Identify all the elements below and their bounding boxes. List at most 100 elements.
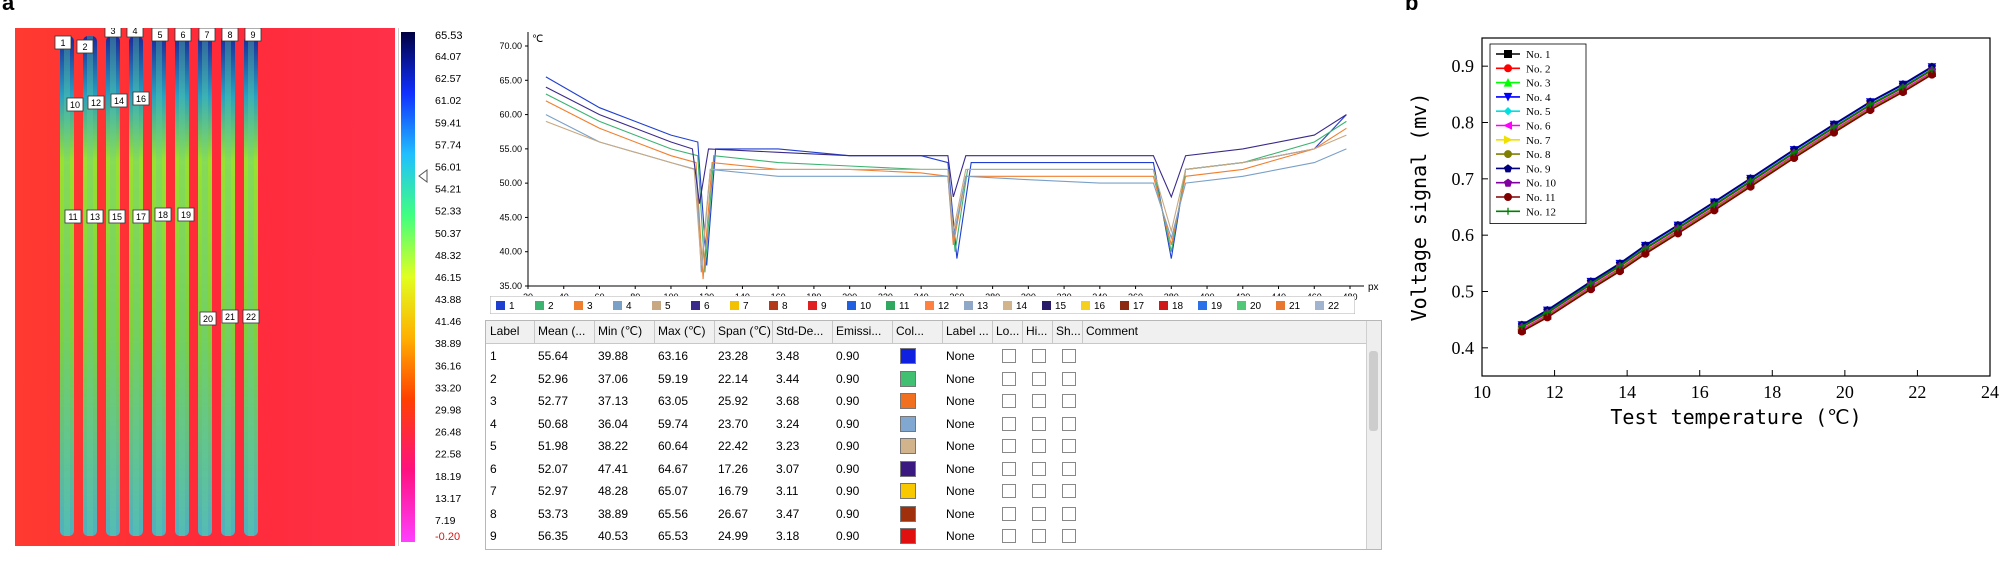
thermal-label: 22 bbox=[246, 312, 256, 322]
voltage-x-tick-label: 10 bbox=[1473, 382, 1491, 402]
thermal-tube-core bbox=[179, 36, 185, 536]
table-row[interactable]: 1 55.64 39.88 63.16 23.28 3.48 0.90 None bbox=[486, 345, 1366, 367]
table-column-header[interactable]: Emissi... bbox=[836, 324, 881, 338]
table-row[interactable]: 6 52.07 47.41 64.67 17.26 3.07 0.90 None bbox=[486, 458, 1366, 480]
table-column-header[interactable]: Span (℃) bbox=[718, 324, 771, 338]
table-color-swatch[interactable] bbox=[900, 460, 916, 477]
table-column-separator[interactable] bbox=[1052, 321, 1053, 343]
table-row[interactable]: 9 56.35 40.53 65.53 24.99 3.18 0.90 None bbox=[486, 525, 1366, 547]
table-column-separator[interactable] bbox=[832, 321, 833, 343]
table-checkbox[interactable] bbox=[1062, 371, 1076, 386]
table-checkbox[interactable] bbox=[1062, 349, 1076, 363]
table-column-header[interactable]: Lo... bbox=[996, 324, 1019, 338]
table-checkbox[interactable] bbox=[1062, 439, 1076, 453]
table-checkbox[interactable] bbox=[1062, 394, 1076, 408]
table-row[interactable]: 8 53.73 38.89 65.56 26.67 3.47 0.90 None bbox=[486, 503, 1366, 525]
table-checkbox[interactable] bbox=[1062, 529, 1076, 543]
table-row[interactable]: 3 52.77 37.13 63.05 25.92 3.68 0.90 None bbox=[486, 390, 1366, 412]
table-column-separator[interactable] bbox=[654, 321, 655, 343]
colorbar-tick-label: 46.15 bbox=[435, 272, 461, 284]
table-column-header[interactable]: Label bbox=[490, 324, 519, 338]
table-cell-label: 6 bbox=[490, 461, 497, 476]
table-row[interactable]: 7 52.97 48.28 65.07 16.79 3.11 0.90 None bbox=[486, 480, 1366, 502]
table-checkbox[interactable] bbox=[1002, 506, 1016, 521]
table-checkbox[interactable] bbox=[1032, 484, 1046, 498]
table-checkbox[interactable] bbox=[1062, 484, 1076, 498]
table-checkbox[interactable] bbox=[1002, 484, 1016, 498]
colorbar-tick-label: 22.58 bbox=[435, 449, 461, 461]
thermal-label: 5 bbox=[157, 30, 162, 40]
table-column-separator[interactable] bbox=[534, 321, 535, 343]
table-color-swatch[interactable] bbox=[900, 505, 916, 522]
table-row[interactable]: 4 50.68 36.04 59.74 23.70 3.24 0.90 None bbox=[486, 413, 1366, 435]
table-column-header[interactable]: Max (℃) bbox=[658, 324, 705, 338]
table-checkbox[interactable] bbox=[1062, 506, 1076, 521]
legend-label: 19 bbox=[1211, 301, 1223, 312]
table-cell-std: 3.23 bbox=[776, 439, 800, 453]
table-checkbox[interactable] bbox=[1032, 349, 1046, 363]
table-column-separator[interactable] bbox=[892, 321, 893, 343]
table-cell-emis: 0.90 bbox=[836, 461, 860, 476]
table-row[interactable]: 2 52.96 37.06 59.19 22.14 3.44 0.90 None bbox=[486, 368, 1366, 390]
voltage-x-tick-label: 20 bbox=[1836, 382, 1854, 402]
colorbar-pointer-icon[interactable] bbox=[418, 169, 428, 183]
table-column-header[interactable]: Comment bbox=[1086, 324, 1138, 338]
table-checkbox[interactable] bbox=[1032, 394, 1046, 408]
table-column-header[interactable]: Std-De... bbox=[776, 324, 823, 338]
table-checkbox[interactable] bbox=[1002, 529, 1016, 543]
colorbar-tick-label: 48.32 bbox=[435, 250, 461, 262]
table-checkbox[interactable] bbox=[1002, 439, 1016, 453]
voltage-legend-label: No. 3 bbox=[1526, 78, 1551, 90]
voltage-legend-label: No. 6 bbox=[1526, 121, 1551, 133]
table-color-swatch[interactable] bbox=[900, 393, 916, 409]
table-column-separator[interactable] bbox=[1022, 321, 1023, 343]
table-checkbox[interactable] bbox=[1002, 371, 1016, 386]
thermal-label: 19 bbox=[181, 210, 191, 220]
table-column-header[interactable]: Label ... bbox=[946, 324, 989, 338]
table-checkbox[interactable] bbox=[1032, 461, 1046, 476]
table-cell-max: 63.16 bbox=[658, 349, 689, 363]
table-checkbox[interactable] bbox=[1032, 416, 1046, 431]
table-checkbox[interactable] bbox=[1032, 371, 1046, 386]
table-cell-std: 3.47 bbox=[776, 506, 800, 521]
table-column-header[interactable]: Min (℃) bbox=[598, 324, 642, 338]
table-checkbox[interactable] bbox=[1002, 461, 1016, 476]
table-cell-mean: 55.64 bbox=[538, 349, 569, 363]
table-column-header[interactable]: Mean (... bbox=[538, 324, 585, 338]
table-color-swatch[interactable] bbox=[900, 438, 916, 454]
colorbar-tick-label: 61.02 bbox=[435, 95, 461, 107]
table-color-swatch[interactable] bbox=[900, 528, 916, 544]
table-column-separator[interactable] bbox=[1082, 321, 1083, 343]
voltage-x-tick-label: 14 bbox=[1618, 382, 1636, 402]
table-column-separator[interactable] bbox=[772, 321, 773, 343]
table-row[interactable]: 5 51.98 38.22 60.64 22.42 3.23 0.90 None bbox=[486, 435, 1366, 457]
table-color-swatch[interactable] bbox=[900, 415, 916, 432]
table-column-separator[interactable] bbox=[992, 321, 993, 343]
thermal-image: 1 2 3 4 5 6 7 8 9 10 12 14 16 11 13 15 17 18 19 20 21 22 bbox=[15, 28, 395, 546]
table-checkbox[interactable] bbox=[1032, 529, 1046, 543]
table-checkbox[interactable] bbox=[1002, 416, 1016, 431]
table-checkbox[interactable] bbox=[1032, 439, 1046, 453]
legend-label: 13 bbox=[977, 301, 989, 312]
table-column-separator[interactable] bbox=[594, 321, 595, 343]
table-column-header[interactable]: Col... bbox=[896, 324, 924, 338]
colorbar-tick-label: 41.46 bbox=[435, 316, 461, 328]
legend-swatch bbox=[808, 301, 817, 310]
table-color-swatch[interactable] bbox=[900, 348, 916, 364]
voltage-legend-label: No. 9 bbox=[1526, 163, 1551, 175]
table-column-header[interactable]: Hi... bbox=[1026, 324, 1047, 338]
table-scrollbar[interactable] bbox=[1366, 321, 1381, 549]
table-checkbox[interactable] bbox=[1032, 506, 1046, 521]
table-column-header[interactable]: Sh... bbox=[1056, 324, 1081, 338]
table-checkbox[interactable] bbox=[1062, 461, 1076, 476]
scrollbar-thumb[interactable] bbox=[1369, 351, 1378, 431]
table-checkbox[interactable] bbox=[1002, 394, 1016, 408]
table-color-swatch[interactable] bbox=[900, 370, 916, 387]
table-column-separator[interactable] bbox=[714, 321, 715, 343]
voltage-x-tick-label: 12 bbox=[1546, 382, 1564, 402]
profile-y-label: ℃ bbox=[532, 34, 543, 45]
table-checkbox[interactable] bbox=[1062, 416, 1076, 431]
table-checkbox[interactable] bbox=[1002, 349, 1016, 363]
table-column-separator[interactable] bbox=[942, 321, 943, 343]
table-color-swatch[interactable] bbox=[900, 483, 916, 499]
